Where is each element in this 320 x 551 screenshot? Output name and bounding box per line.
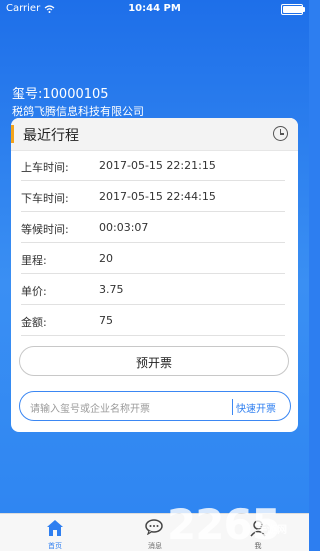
plate-number: 玺号:10000105	[12, 87, 109, 102]
detail-row: 里程: 20	[21, 243, 285, 274]
battery-fill	[283, 6, 303, 13]
quick-invoice-button[interactable]: 快速开票	[236, 400, 276, 415]
company-name: 税鸽飞腾信息科技有限公司	[12, 105, 144, 118]
detail-label: 等候时间:	[21, 223, 69, 236]
recent-trip-card: 最近行程 上车时间: 2017-05-15 22:21:15 下车时间: 201…	[11, 118, 298, 432]
detail-label: 里程:	[21, 254, 47, 267]
detail-label: 单价:	[21, 285, 47, 298]
detail-label: 下车时间:	[21, 192, 69, 205]
home-icon	[47, 520, 63, 536]
battery-icon	[281, 4, 305, 15]
message-icon	[145, 519, 163, 535]
detail-value: 20	[99, 252, 113, 265]
detail-value: 3.75	[99, 283, 124, 296]
detail-value: 00:03:07	[99, 221, 149, 234]
detail-label: 金额:	[21, 316, 47, 329]
detail-row: 上车时间: 2017-05-15 22:21:15	[21, 150, 285, 181]
header-accent-bar	[11, 125, 14, 143]
trip-details: 上车时间: 2017-05-15 22:21:15 下车时间: 2017-05-…	[21, 150, 285, 336]
detail-row: 金额: 75	[21, 305, 285, 336]
detail-row: 下车时间: 2017-05-15 22:44:15	[21, 181, 285, 212]
status-bar: Carrier 10:44 PM	[0, 0, 309, 18]
detail-label: 上车时间:	[21, 161, 69, 174]
invoice-search-field[interactable]: 请输入玺号或企业名称开票 快速开票	[19, 391, 291, 421]
detail-row: 单价: 3.75	[21, 274, 285, 305]
clock-icon[interactable]	[273, 126, 288, 141]
status-time: 10:44 PM	[128, 3, 181, 14]
detail-value: 2017-05-15 22:44:15	[99, 190, 216, 203]
watermark-sub: 手游网	[257, 525, 287, 536]
search-placeholder[interactable]: 请输入玺号或企业名称开票	[30, 400, 150, 415]
card-title: 最近行程	[23, 128, 79, 144]
pre-invoice-button[interactable]: 预开票	[19, 346, 289, 376]
card-header: 最近行程	[11, 118, 298, 151]
detail-value: 2017-05-15 22:21:15	[99, 159, 216, 172]
search-divider	[232, 399, 233, 415]
detail-value: 75	[99, 314, 113, 327]
detail-row: 等候时间: 00:03:07	[21, 212, 285, 243]
tab-home[interactable]: 首页	[15, 514, 95, 551]
